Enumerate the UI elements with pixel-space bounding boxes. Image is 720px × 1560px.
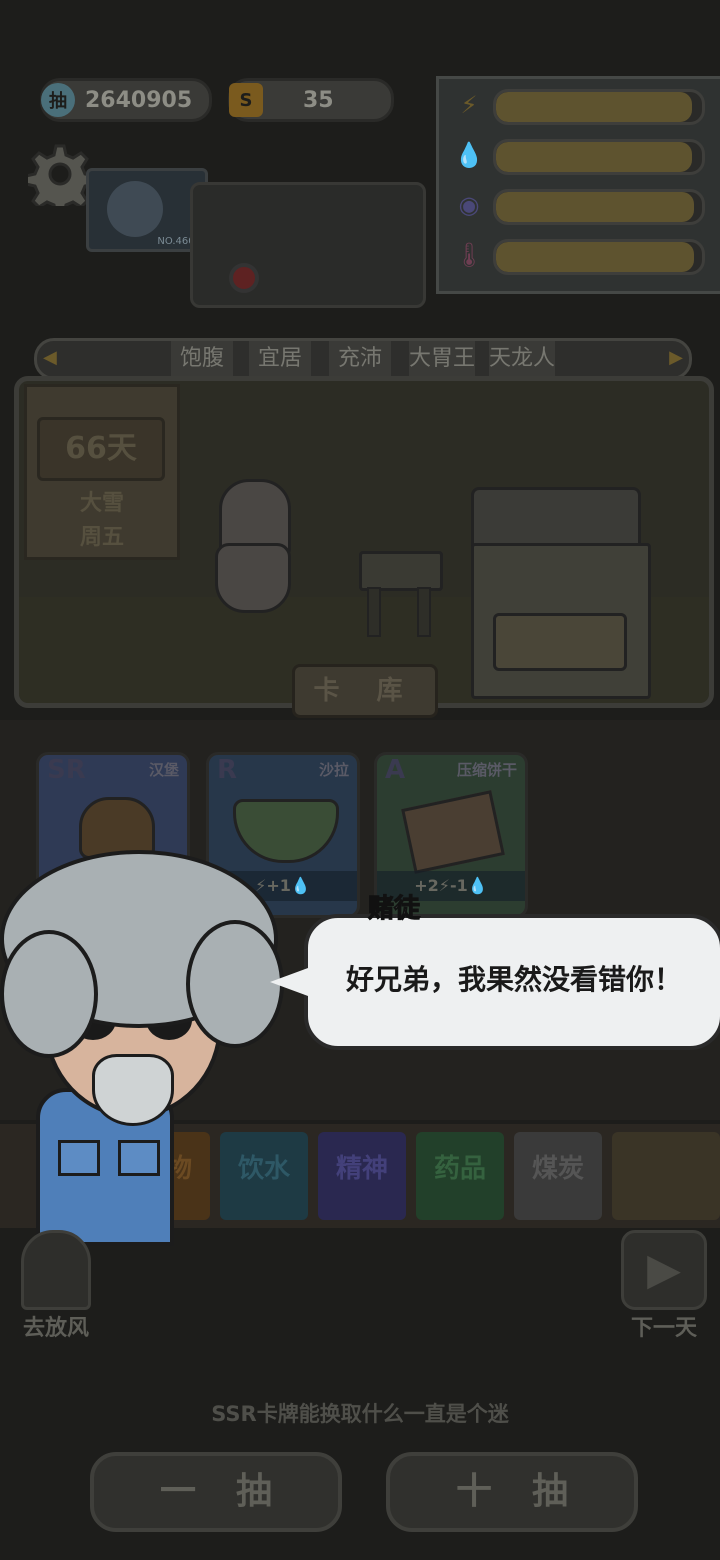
stats-panel: ⚡ 💧 ◉ 🌡 [436,76,720,294]
card-name: 沙拉 [318,761,349,779]
ten-draw-button[interactable]: 十抽 [386,1452,638,1532]
toilet [215,479,291,619]
card-rank: SR [47,755,86,785]
energy-bar [493,89,705,125]
stat-row-temperature: 🌡 [449,235,717,275]
draw-currency-value: 2640905 [85,87,193,113]
single-draw-button[interactable]: 一抽 [90,1452,342,1532]
day-board: 66天 大雪 周五 [24,384,180,560]
temperature-bar [493,239,705,275]
speech-bubble-tail [270,968,308,996]
machine-red-light [229,263,259,293]
go-outside-button[interactable]: 去放风 [8,1230,104,1342]
thermometer-icon: 🌡 [453,241,485,269]
skip-forward-icon: ▶ [621,1230,707,1310]
speaker-name: 赌徒 [367,894,421,925]
next-day-button[interactable]: ▶ 下一天 [612,1230,716,1342]
day-counter: 66天 [37,417,165,481]
category-medicine[interactable]: 药品 [416,1132,504,1220]
coin-icon: S [229,83,263,117]
bed [471,487,651,699]
energy-icon: ⚡ [460,91,478,119]
go-outside-label: 去放风 [22,1316,89,1341]
machine-body [190,182,426,308]
water-drop-icon: 💧 [454,141,484,169]
weekday-label: 周五 [79,525,124,550]
stat-row-energy: ⚡ [449,85,717,125]
door-icon [21,1230,91,1310]
water-bar [493,139,705,175]
spirit-bar-fill [496,192,694,222]
weather-label: 大雪 [79,491,124,516]
tab-yiju[interactable]: 宜居 [249,341,311,377]
tab-baofu[interactable]: 饱腹 [171,341,233,377]
coin-currency: S 35 [228,78,394,122]
category-coal[interactable]: 煤炭 [514,1132,602,1220]
draw-currency-icon: 抽 [41,83,75,117]
tab-daweiwang[interactable]: 大胃王 [409,341,475,377]
spirit-bar [493,189,705,225]
gambler-character [0,820,300,1246]
tab-tianlongren[interactable]: 天龙人 [489,341,555,377]
category-extra-slot [612,1132,720,1220]
dialog-text: 好兄弟，我果然没看错你！ [345,963,682,996]
next-day-label: 下一天 [630,1316,697,1341]
biscuit-icon [401,790,505,874]
draw-currency: 抽 2640905 [40,78,212,122]
stat-row-spirit: ◉ [449,185,717,225]
brain-icon: ◉ [458,191,480,219]
card-name: 压缩饼干 [456,761,517,779]
tag-tabs-bar: ◀ 饱腹 宜居 充沛 大胃王 天龙人 ▶ [34,338,692,380]
card-name: 汉堡 [148,761,179,779]
coin-value: 35 [303,87,334,113]
tab-chongpei[interactable]: 充沛 [329,341,391,377]
card-rank: R [217,755,238,785]
stool [359,551,443,637]
character-beard [92,1054,174,1126]
category-spirit[interactable]: 精神 [318,1132,406,1220]
arrow-right-icon[interactable]: ▶ [669,347,683,368]
card-library-button[interactable]: 卡 库 [292,664,438,718]
avatar [107,181,163,237]
arrow-left-icon[interactable]: ◀ [43,347,57,368]
energy-bar-fill [496,92,692,122]
card-rank: A [385,755,406,785]
settings-gear-icon[interactable] [24,142,96,216]
temperature-bar-fill [496,242,694,272]
water-bar-fill [496,142,692,172]
tip-text: SSR卡牌能换取什么一直是个迷 [211,1402,509,1426]
stat-row-water: 💧 [449,135,717,175]
